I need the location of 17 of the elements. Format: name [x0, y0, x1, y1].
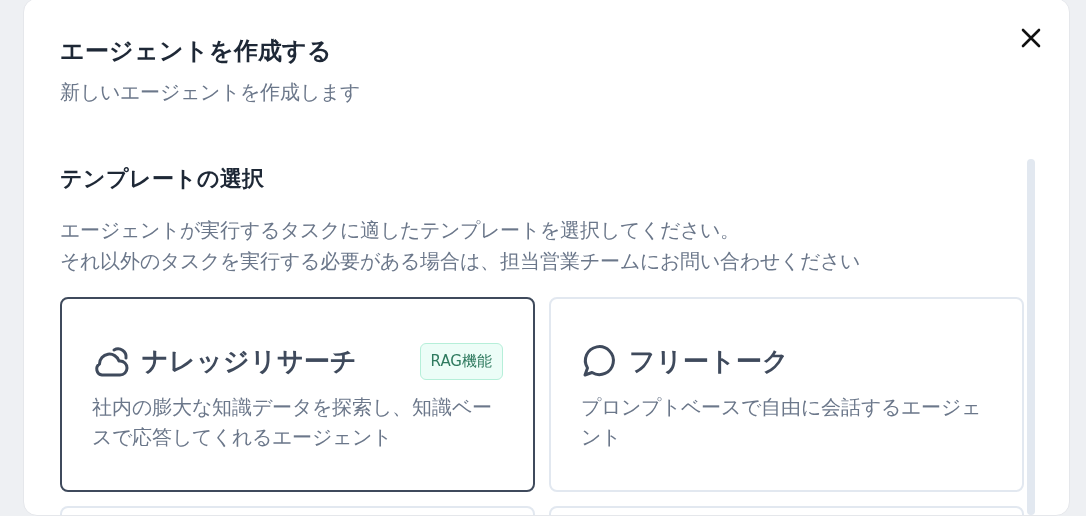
section-description: エージェントが実行するタスクに適したテンプレートを選択してください。 — [60, 218, 741, 244]
close-button[interactable] — [1019, 26, 1043, 50]
template-description: プロンプトベースで自由に会話するエージェント — [581, 395, 982, 451]
cloud-icon — [92, 344, 130, 378]
template-card[interactable]: ナレッジリサーチ RAG機能 社内の膨大な知識データを探索し、知識ベースで応答してくれるエージェント — [60, 297, 535, 492]
scrollbar[interactable] — [1027, 159, 1035, 515]
template-card[interactable]: フリートーク プロンプトベースで自由に会話するエージェント — [549, 297, 1024, 492]
template-title: ナレッジリサーチ — [142, 344, 357, 378]
section-heading: テンプレートの選択 — [60, 165, 265, 193]
template-description: 社内の膨大な知識データを探索し、知識ベースで応答してくれるエージェント — [92, 395, 493, 451]
chat-bubble-icon — [581, 343, 617, 379]
template-title: フリートーク — [629, 344, 789, 378]
feature-badge: RAG機能 — [419, 342, 503, 380]
dialog-title: エージェントを作成する — [60, 36, 333, 67]
section-description: それ以外のタスクを実行する必要がある場合は、担当営業チームにお問い合わせください — [60, 249, 861, 275]
dialog-subtitle: 新しいエージェントを作成します — [60, 80, 361, 106]
close-icon — [1019, 26, 1043, 50]
